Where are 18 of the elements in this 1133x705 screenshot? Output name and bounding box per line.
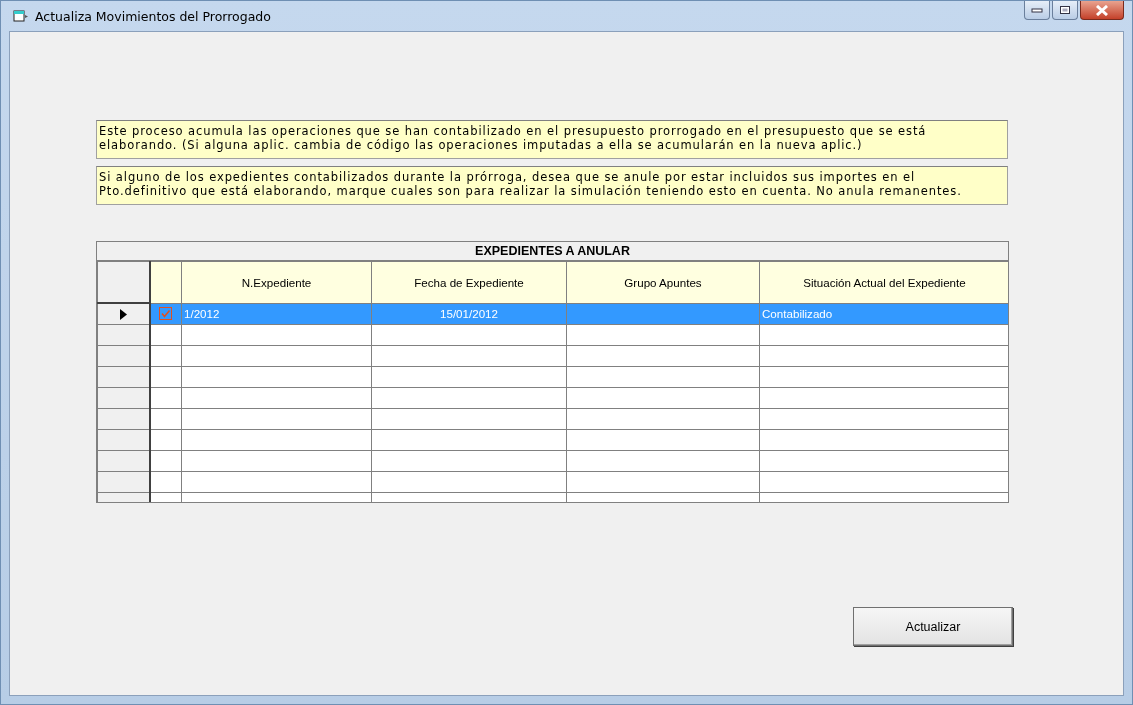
update-button[interactable]: Actualizar — [853, 607, 1013, 646]
row-checkbox[interactable] — [159, 307, 173, 321]
grid-title: EXPEDIENTES A ANULAR — [475, 244, 630, 258]
maximize-button[interactable] — [1052, 1, 1078, 20]
column-header[interactable]: Fecha de Expediente — [414, 275, 524, 289]
info-note: Si alguno de los expedientes contabilizados durante la prórroga, desea que se anule por estar incluidos sus importes en el Pto.definitivo que está elaborando, marque cuales son para realizar la simulación teniendo esto en cuenta. No anula remanentes. — [96, 166, 1008, 205]
info-note: Este proceso acumula las operaciones que se han contabilizado en el presupuesto prorrogado en el presupuesto que se está elaborando. (Si alguna aplic. cambia de código las operaciones imputadas a ella se acumularán en la nueva aplic.) — [96, 120, 1008, 159]
app-icon — [13, 9, 29, 23]
window-title: Actualiza Movimientos del Prorrogado — [35, 8, 271, 24]
close-icon — [1095, 4, 1109, 16]
column-header[interactable]: N.Expediente — [241, 275, 312, 289]
close-button[interactable] — [1080, 1, 1124, 20]
table-cell: 15/01/2012 — [440, 307, 498, 321]
table-cell: Contabilizado — [762, 307, 833, 321]
minimize-icon — [1031, 7, 1043, 13]
column-header[interactable]: Grupo Apuntes — [624, 275, 702, 289]
table-cell: 1/2012 — [184, 307, 220, 321]
maximize-icon — [1059, 5, 1071, 15]
